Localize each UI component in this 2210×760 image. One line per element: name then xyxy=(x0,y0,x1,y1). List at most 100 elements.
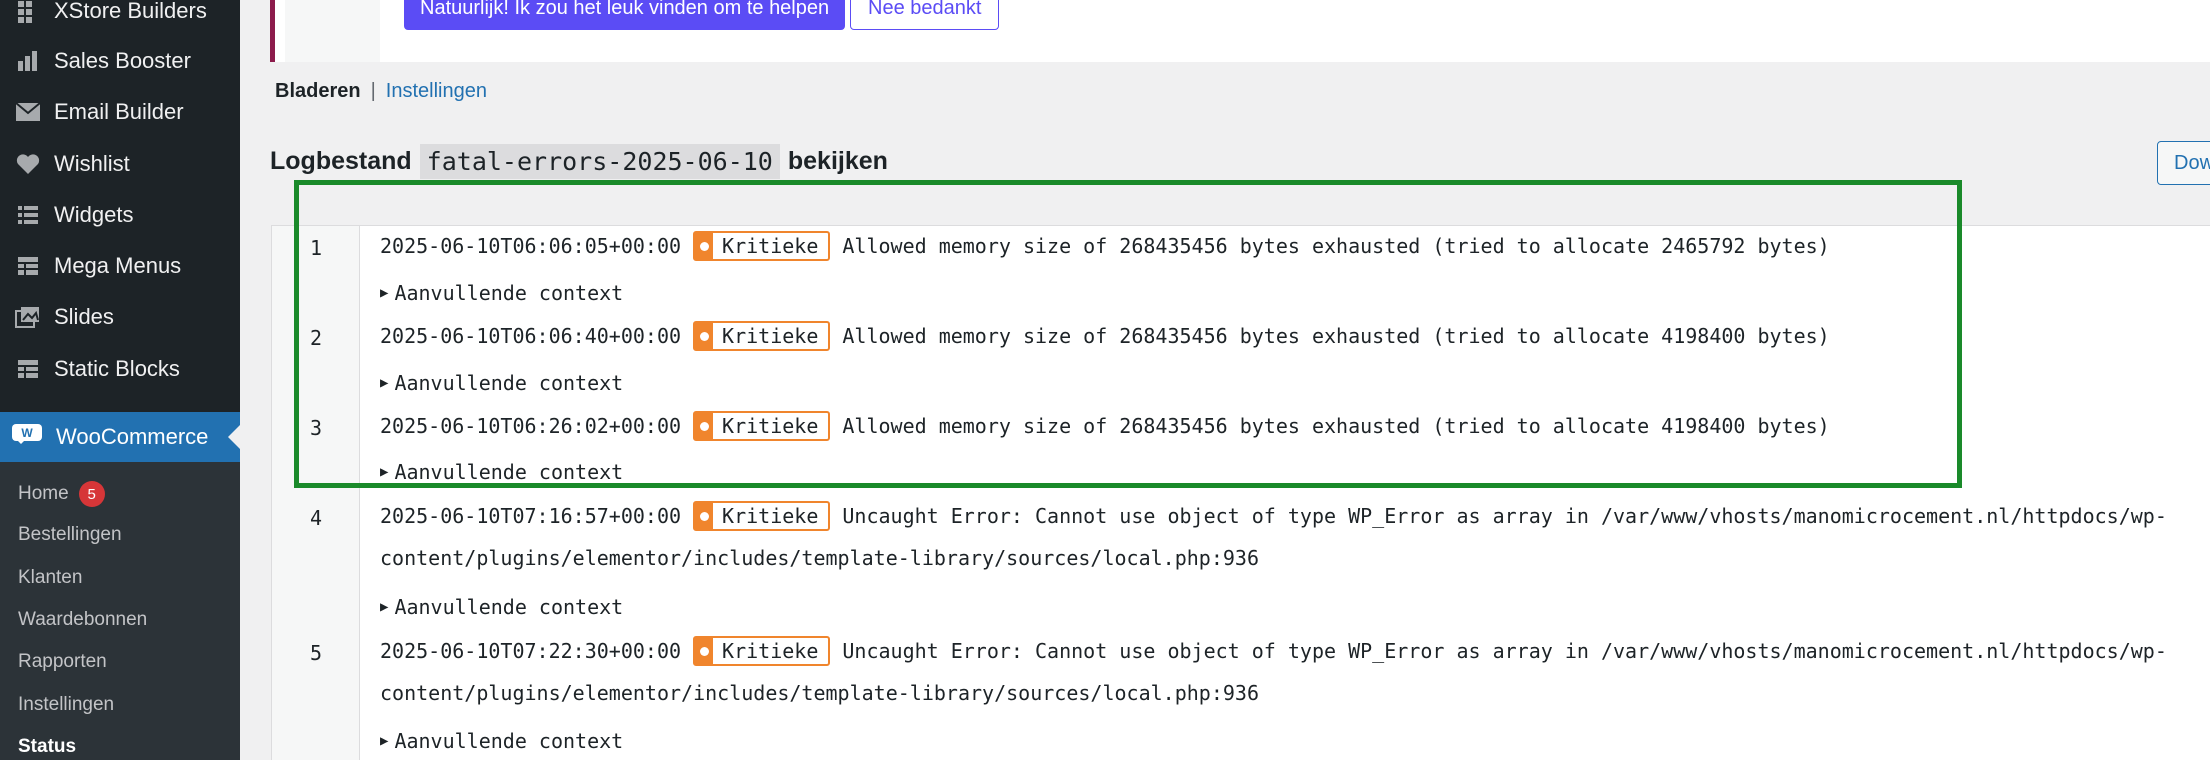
page-title: Logbestand fatal-errors-2025-06-10 bekij… xyxy=(270,144,888,179)
log-timestamp: 2025-06-10T07:16:57+00:00 xyxy=(380,504,682,528)
disclosure-triangle-icon: ▶ xyxy=(380,599,389,615)
sidebar-item-label: Sales Booster xyxy=(54,48,191,73)
level-badge-critical: Kritieke xyxy=(693,321,831,351)
sidebar-item-label: Static Blocks xyxy=(54,356,180,381)
subnav-separator: | xyxy=(370,80,376,102)
envelope-icon xyxy=(14,98,42,126)
level-dot-icon xyxy=(699,241,709,251)
accept-help-button[interactable]: Natuurlijk! Ik zou het leuk vinden om te… xyxy=(404,0,846,30)
subnav-settings-link[interactable]: Instellingen xyxy=(386,80,487,103)
sidebar-item-label: XStore Builders xyxy=(54,0,207,23)
submenu-item-orders[interactable]: Bestellingen xyxy=(18,520,122,550)
title-suffix: bekijken xyxy=(787,147,888,175)
sidebar-item-sales-booster[interactable]: Sales Booster xyxy=(0,38,240,84)
submenu-item-settings[interactable]: Instellingen xyxy=(18,690,114,720)
download-button-label: Downloaden xyxy=(2174,151,2210,174)
level-label: Kritieke xyxy=(722,234,819,258)
context-toggle[interactable]: ▶ Aanvullende context xyxy=(380,281,623,305)
context-toggle[interactable]: ▶ Aanvullende context xyxy=(380,371,623,395)
submenu-item-home[interactable]: Home 5 xyxy=(18,479,105,509)
log-entry: 2025-06-10T07:16:57+00:00 Kritieke Uncau… xyxy=(380,501,2167,531)
log-viewer: 1 2 3 4 5 2025-06-10T06:06:05+00:00 Krit… xyxy=(271,225,2210,760)
log-timestamp: 2025-06-10T06:06:40+00:00 xyxy=(380,324,682,348)
sidebar-item-xstore-builders[interactable]: XStore Builders xyxy=(0,0,240,34)
level-label: Kritieke xyxy=(722,414,819,438)
context-label: Aanvullende context xyxy=(394,371,624,395)
context-toggle[interactable]: ▶ Aanvullende context xyxy=(380,595,623,619)
download-button[interactable]: Downloaden xyxy=(2157,141,2210,185)
submenu-item-customers[interactable]: Klanten xyxy=(18,563,82,593)
sidebar-item-static-blocks[interactable]: Static Blocks xyxy=(0,346,240,392)
woocommerce-icon: W xyxy=(12,424,46,450)
admin-sidebar: XStore Builders Sales Booster Email Buil… xyxy=(0,0,240,760)
disclosure-triangle-icon: ▶ xyxy=(380,375,389,391)
log-message: content/plugins/elementor/includes/templ… xyxy=(380,681,1259,705)
context-label: Aanvullende context xyxy=(394,460,624,484)
heart-icon xyxy=(14,150,42,178)
images-icon xyxy=(14,303,42,331)
sidebar-item-label: Wishlist xyxy=(54,151,130,176)
sidebar-item-label: Widgets xyxy=(54,202,134,227)
sidebar-item-slides[interactable]: Slides xyxy=(0,294,240,340)
bar-chart-icon xyxy=(14,47,42,75)
current-menu-arrow xyxy=(228,425,240,449)
table-icon xyxy=(14,355,42,383)
log-filename: fatal-errors-2025-06-10 xyxy=(419,144,780,179)
log-message: content/plugins/elementor/includes/templ… xyxy=(380,546,1259,570)
line-number-gutter: 1 2 3 4 5 xyxy=(272,226,360,760)
log-message-continuation: content/plugins/elementor/includes/templ… xyxy=(380,681,1259,705)
level-badge-critical: Kritieke xyxy=(693,636,831,666)
table-icon xyxy=(14,252,42,280)
sidebar-item-woocommerce[interactable]: W WooCommerce xyxy=(0,412,240,462)
level-dot-icon xyxy=(699,646,709,656)
submenu-item-reports[interactable]: Rapporten xyxy=(18,647,107,677)
level-label: Kritieke xyxy=(722,324,819,348)
context-label: Aanvullende context xyxy=(394,281,624,305)
log-entry: 2025-06-10T06:06:40+00:00 Kritieke Allow… xyxy=(380,321,1830,351)
submenu-label: Home xyxy=(18,483,69,504)
context-label: Aanvullende context xyxy=(394,595,624,619)
log-message: Allowed memory size of 268435456 bytes e… xyxy=(842,234,1830,258)
sidebar-item-label: WooCommerce xyxy=(56,424,209,449)
level-dot-icon xyxy=(699,331,709,341)
sidebar-item-email-builder[interactable]: Email Builder xyxy=(0,89,240,135)
admin-notice: Natuurlijk! Ik zou het leuk vinden om te… xyxy=(270,0,2210,62)
woocommerce-submenu: Home 5 Bestellingen Klanten Waardebonnen… xyxy=(0,462,240,760)
line-number[interactable]: 1 xyxy=(272,236,360,260)
level-badge-critical: Kritieke xyxy=(693,411,831,441)
decline-button[interactable]: Nee bedankt xyxy=(850,0,1000,30)
disclosure-triangle-icon: ▶ xyxy=(380,285,389,301)
sidebar-item-widgets[interactable]: Widgets xyxy=(0,192,240,238)
log-entry: 2025-06-10T07:22:30+00:00 Kritieke Uncau… xyxy=(380,636,2167,666)
sidebar-item-label: Mega Menus xyxy=(54,253,182,278)
log-subnav: Bladeren | Instellingen xyxy=(275,80,487,103)
line-number[interactable]: 3 xyxy=(272,416,360,440)
log-timestamp: 2025-06-10T07:22:30+00:00 xyxy=(380,639,682,663)
grid-icon xyxy=(14,0,42,25)
notification-badge: 5 xyxy=(78,481,105,507)
submenu-item-status[interactable]: Status xyxy=(18,732,76,760)
level-dot-icon xyxy=(699,511,709,521)
line-number[interactable]: 2 xyxy=(272,326,360,350)
sidebar-item-mega-menus[interactable]: Mega Menus xyxy=(0,243,240,289)
context-toggle[interactable]: ▶ Aanvullende context xyxy=(380,729,623,753)
log-message: Allowed memory size of 268435456 bytes e… xyxy=(842,414,1830,438)
notice-logo-area xyxy=(285,0,380,62)
disclosure-triangle-icon: ▶ xyxy=(380,733,389,749)
log-timestamp: 2025-06-10T06:26:02+00:00 xyxy=(380,414,682,438)
log-entry: 2025-06-10T06:06:05+00:00 Kritieke Allow… xyxy=(380,231,1830,261)
sidebar-item-wishlist[interactable]: Wishlist xyxy=(0,141,240,187)
line-number[interactable]: 5 xyxy=(272,641,360,665)
disclosure-triangle-icon: ▶ xyxy=(380,464,389,480)
submenu-item-coupons[interactable]: Waardebonnen xyxy=(18,605,147,635)
log-message: Uncaught Error: Cannot use object of typ… xyxy=(842,504,2167,528)
level-badge-critical: Kritieke xyxy=(693,501,831,531)
context-toggle[interactable]: ▶ Aanvullende context xyxy=(380,460,623,484)
log-message-continuation: content/plugins/elementor/includes/templ… xyxy=(380,546,1259,570)
log-message: Uncaught Error: Cannot use object of typ… xyxy=(842,639,2167,663)
subnav-browse[interactable]: Bladeren xyxy=(275,80,361,103)
svg-text:W: W xyxy=(21,426,33,440)
list-icon xyxy=(14,201,42,229)
level-label: Kritieke xyxy=(722,639,819,663)
line-number[interactable]: 4 xyxy=(272,506,360,530)
